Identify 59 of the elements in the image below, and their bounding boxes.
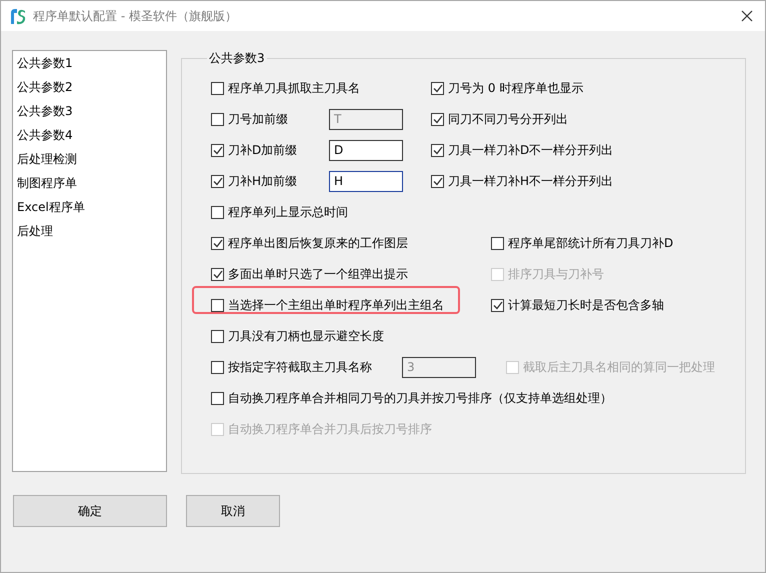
checkbox-label[interactable]: 刀具没有刀柄也显示避空长度 xyxy=(228,328,384,345)
checkmark-icon xyxy=(432,115,442,124)
list-item[interactable]: 公共参数4 xyxy=(17,125,166,149)
checkbox-label[interactable]: 程序单列上显示总时间 xyxy=(228,204,348,221)
checkbox[interactable] xyxy=(211,237,224,250)
checkbox[interactable] xyxy=(211,206,224,219)
list-item[interactable]: 制图程序单 xyxy=(17,173,166,197)
checkbox[interactable] xyxy=(211,330,224,343)
checkbox-label[interactable]: 自动换刀程序单合并相同刀号的刀具并按刀号排序（仅支持单选组处理） xyxy=(228,390,612,407)
checkmark-icon xyxy=(212,270,222,279)
checkbox[interactable] xyxy=(211,144,224,157)
checkbox-label[interactable]: 刀号为 0 时程序单也显示 xyxy=(448,80,584,97)
checkmark-icon xyxy=(212,177,222,186)
checkmark-icon xyxy=(212,239,222,248)
checkbox-label[interactable]: 刀具一样刀补D不一样分开列出 xyxy=(448,142,614,159)
checkbox-label[interactable]: 多面出单时只选了一个组弹出提示 xyxy=(228,266,408,283)
list-item[interactable]: 公共参数3 xyxy=(17,101,166,125)
list-item[interactable]: Excel程序单 xyxy=(17,197,166,221)
close-icon[interactable] xyxy=(741,10,753,22)
checkbox[interactable] xyxy=(211,113,224,126)
checkbox[interactable] xyxy=(211,82,224,95)
checkbox-label[interactable]: 刀补D加前缀 xyxy=(228,142,298,159)
checkbox[interactable] xyxy=(211,175,224,188)
checkmark-icon xyxy=(492,301,502,310)
input-field[interactable]: H xyxy=(329,171,403,192)
checkbox[interactable] xyxy=(431,82,444,95)
checkbox-label[interactable]: 计算最短刀长时是否包含多轴 xyxy=(508,297,664,314)
checkbox[interactable] xyxy=(211,268,224,281)
checkbox-label[interactable]: 程序单尾部统计所有刀具刀补D xyxy=(508,235,674,252)
window-title: 程序单默认配置 - 模圣软件（旗舰版） xyxy=(33,8,238,24)
checkbox-label[interactable]: 当选择一个主组出单时程序单列出主组名 xyxy=(228,297,444,314)
checkbox-label[interactable]: 刀补H加前缀 xyxy=(228,173,298,190)
list-item[interactable]: 公共参数1 xyxy=(17,53,166,77)
checkbox-label[interactable]: 程序单刀具抓取主刀具名 xyxy=(228,80,360,97)
checkbox[interactable] xyxy=(211,392,224,405)
checkmark-icon xyxy=(432,177,442,186)
checkbox-label[interactable]: 按指定字符截取主刀具名称 xyxy=(228,359,372,376)
list-item[interactable]: 公共参数2 xyxy=(17,77,166,101)
checkmark-icon xyxy=(432,146,442,155)
checkbox-label[interactable]: 同刀不同刀号分开列出 xyxy=(448,111,568,128)
checkbox[interactable] xyxy=(431,113,444,126)
checkbox-label[interactable]: 刀具一样刀补H不一样分开列出 xyxy=(448,173,614,190)
list-item[interactable]: 后处理检测 xyxy=(17,149,166,173)
checkbox-label[interactable]: 刀号加前缀 xyxy=(228,111,288,128)
app-logo-icon xyxy=(9,7,27,25)
checkbox[interactable] xyxy=(431,144,444,157)
checkbox[interactable] xyxy=(491,299,504,312)
checkbox-label[interactable]: 程序单出图后恢复原来的工作图层 xyxy=(228,235,408,252)
checkmark-icon xyxy=(212,146,222,155)
checkbox[interactable] xyxy=(211,299,224,312)
group-title: 公共参数3 xyxy=(208,50,266,67)
checkbox[interactable] xyxy=(431,175,444,188)
ok-button[interactable]: 确定 xyxy=(13,495,167,527)
cancel-button[interactable]: 取消 xyxy=(186,495,280,527)
checkbox[interactable] xyxy=(491,237,504,250)
checkbox[interactable] xyxy=(211,361,224,374)
checkmark-icon xyxy=(432,84,442,93)
list-item[interactable]: 后处理 xyxy=(17,221,166,245)
input-field[interactable]: D xyxy=(329,140,403,161)
